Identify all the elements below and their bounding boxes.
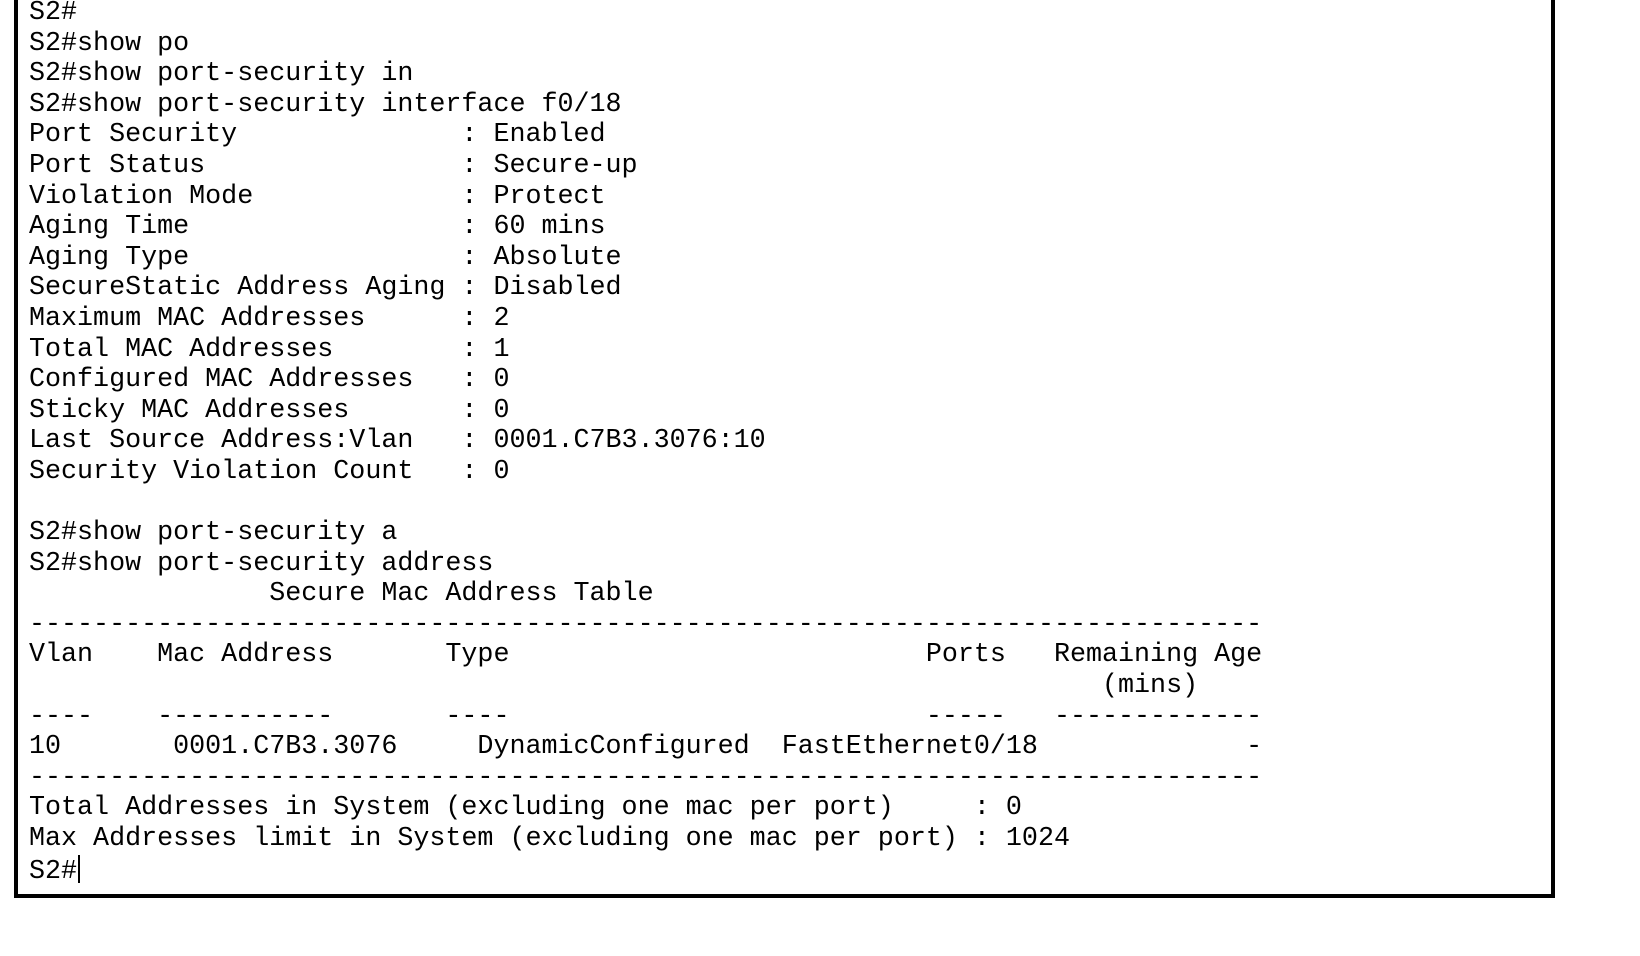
terminal-window[interactable]: S2# S2#show po S2#show port-security in … bbox=[14, 0, 1555, 898]
terminal-line: Last Source Address:Vlan : 0001.C7B3.307… bbox=[29, 426, 766, 457]
terminal-line: Secure Mac Address Table bbox=[29, 579, 654, 610]
prompt-line[interactable]: S2# bbox=[29, 854, 1262, 887]
terminal-line: 10 0001.C7B3.3076 DynamicConfigured Fast… bbox=[29, 732, 1263, 763]
terminal-line: S2#show port-security interface f0/18 bbox=[29, 89, 622, 120]
terminal-line: SecureStatic Address Aging : Disabled bbox=[29, 273, 622, 304]
terminal-line: Port Status : Secure-up bbox=[29, 150, 638, 181]
terminal-line: Aging Time : 60 mins bbox=[29, 212, 606, 243]
terminal-line: Maximum MAC Addresses : 2 bbox=[29, 303, 510, 334]
terminal-line: S2#show port-security in bbox=[29, 59, 414, 90]
terminal-line: Total MAC Addresses : 1 bbox=[29, 334, 510, 365]
prompt: S2# bbox=[29, 856, 78, 887]
terminal-line: Violation Mode : Protect bbox=[29, 181, 606, 212]
terminal-line: S2#show port-security address bbox=[29, 548, 494, 579]
terminal-line: Aging Type : Absolute bbox=[29, 242, 622, 273]
terminal-line: Sticky MAC Addresses : 0 bbox=[29, 395, 510, 426]
terminal-line: S2#show port-security a bbox=[29, 518, 398, 549]
terminal-line: ----------------------------------------… bbox=[29, 762, 1263, 793]
text-cursor bbox=[78, 854, 81, 883]
terminal-line: Total Addresses in System (excluding one… bbox=[29, 793, 1022, 824]
terminal-line: S2#show po bbox=[29, 28, 190, 59]
terminal-line: Security Violation Count : 0 bbox=[29, 456, 510, 487]
terminal-line: (mins) bbox=[29, 671, 1199, 702]
terminal-line: ---- ----------- ---- ----- ------------… bbox=[29, 701, 1263, 732]
terminal-line: Vlan Mac Address Type Ports Remaining Ag… bbox=[29, 640, 1263, 671]
terminal-output: S2# S2#show po S2#show port-security in … bbox=[29, 0, 1263, 887]
terminal-line: Port Security : Enabled bbox=[29, 120, 606, 151]
terminal-line: ----------------------------------------… bbox=[29, 609, 1263, 640]
terminal-line: Configured MAC Addresses : 0 bbox=[29, 365, 510, 396]
terminal-line: S2# bbox=[29, 0, 78, 28]
terminal-line: Max Addresses limit in System (excluding… bbox=[29, 824, 1070, 855]
